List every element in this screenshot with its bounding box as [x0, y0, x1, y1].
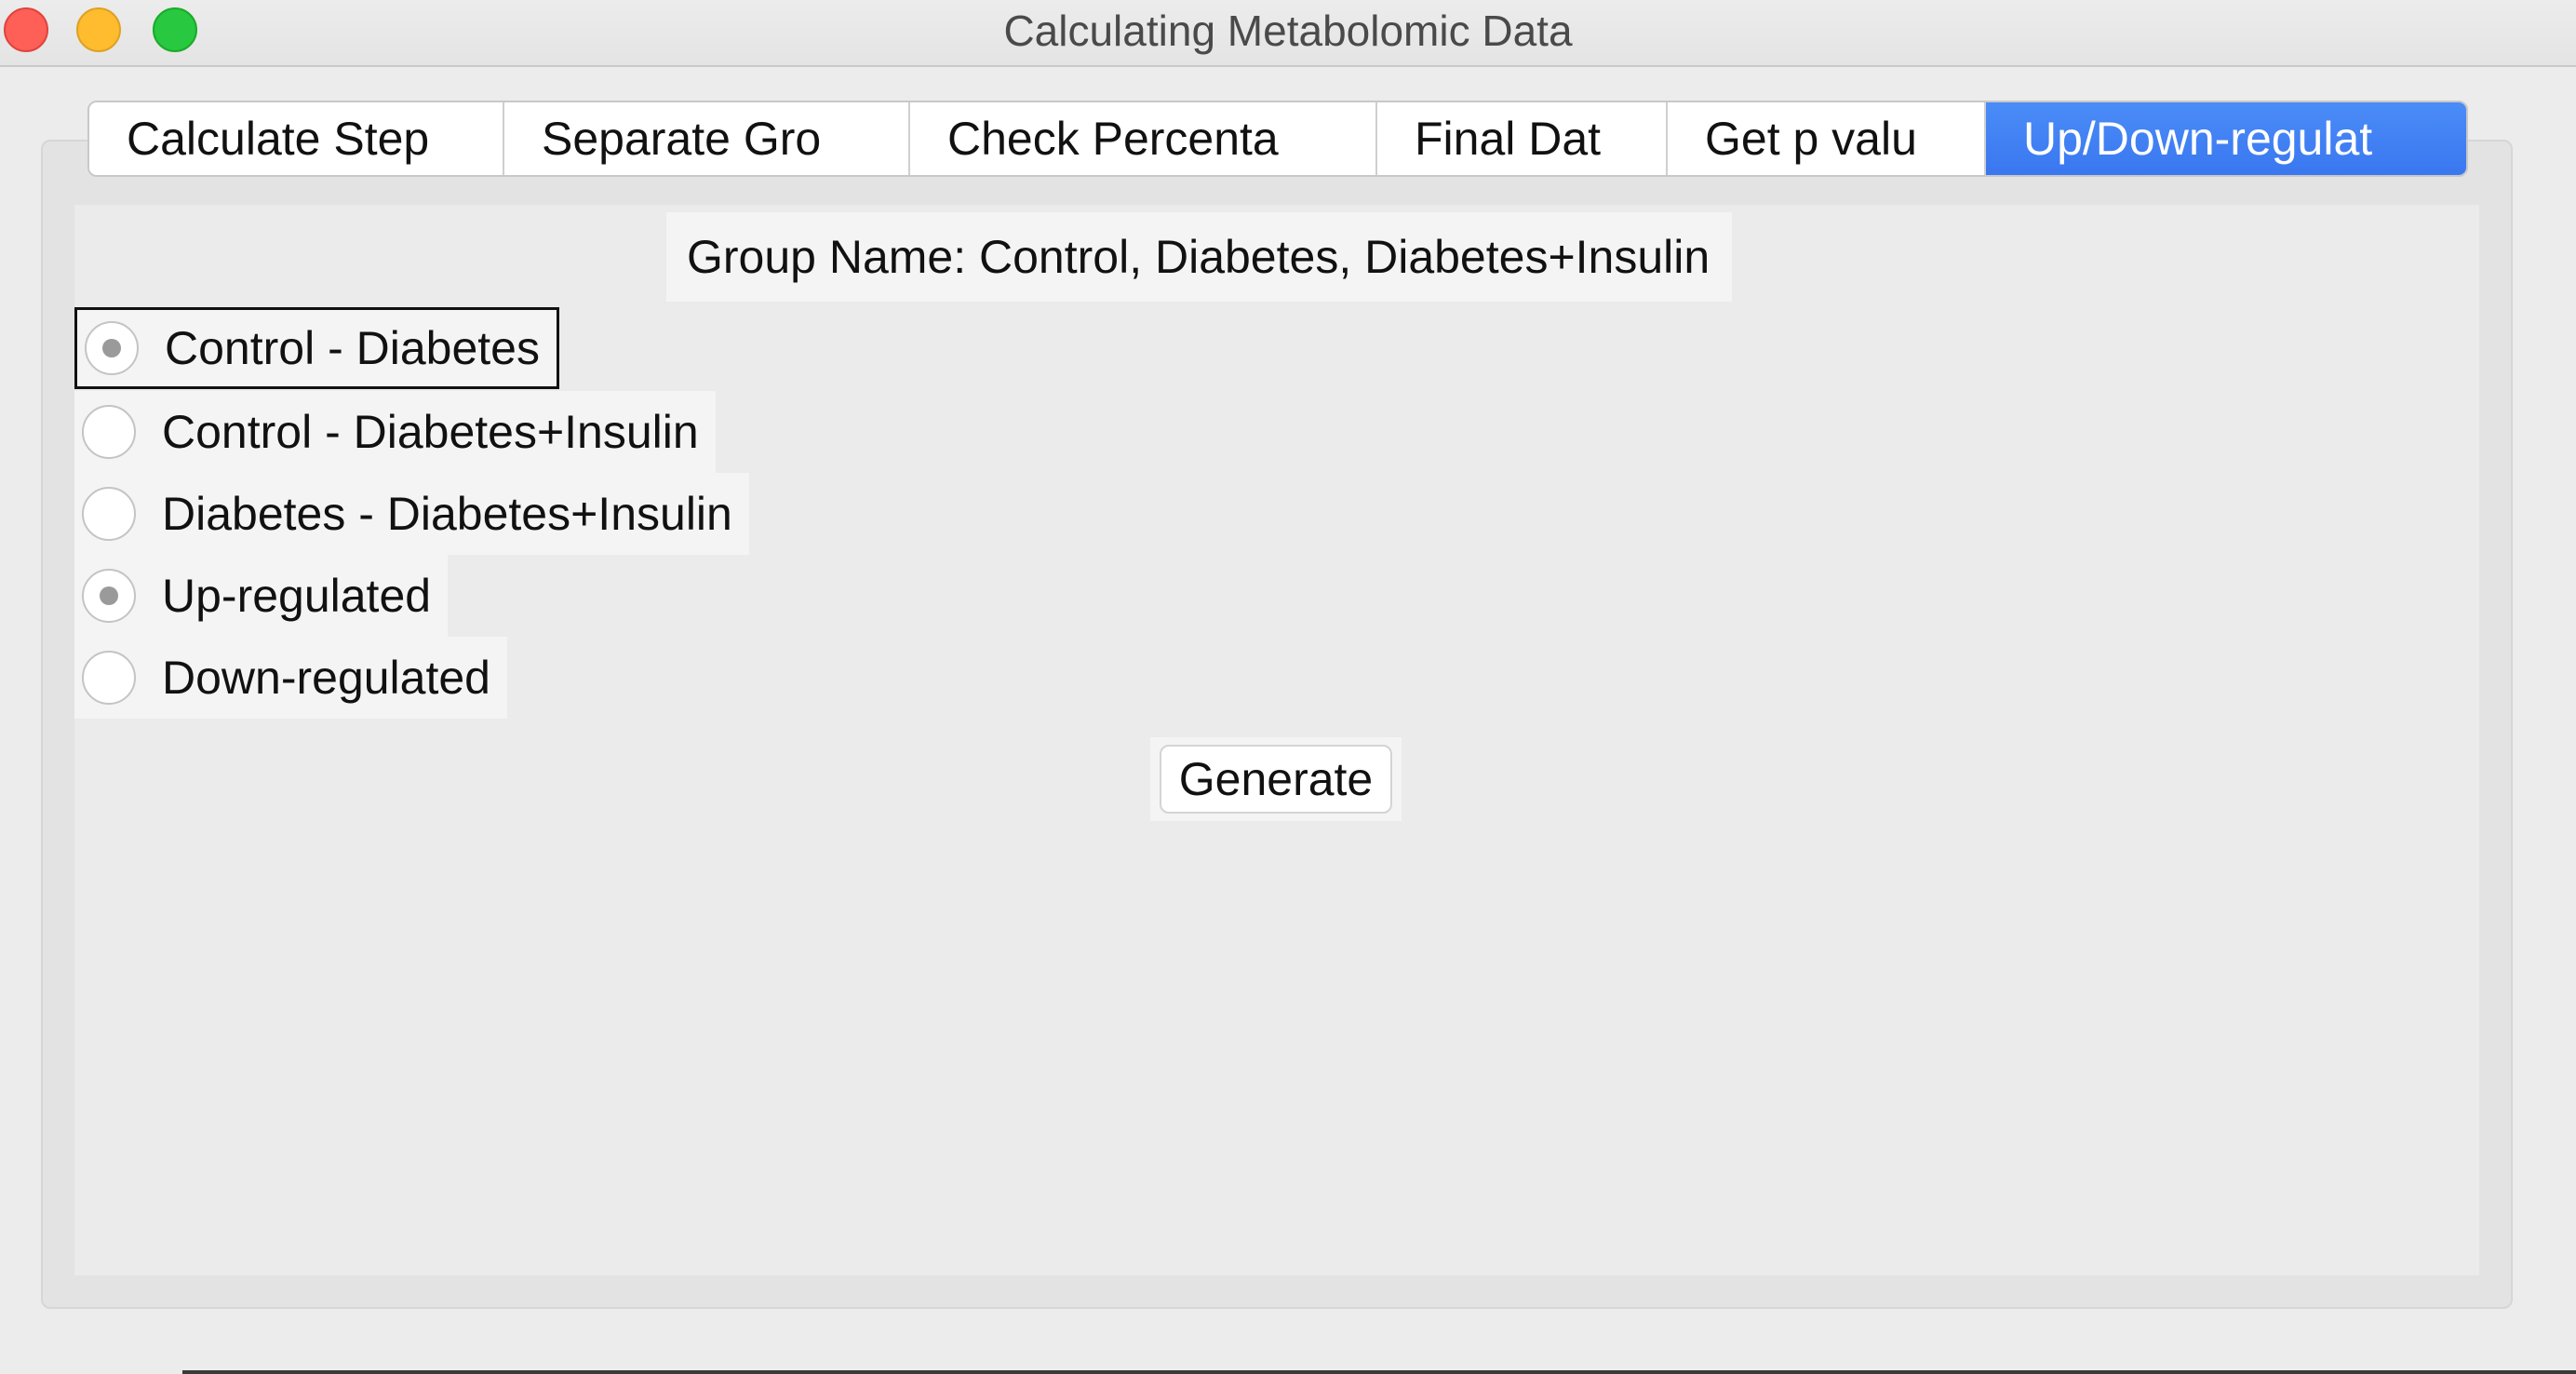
- radio-label: Diabetes - Diabetes+Insulin: [162, 488, 732, 540]
- radio-label: Control - Diabetes+Insulin: [162, 406, 699, 458]
- radio-label: Control - Diabetes: [165, 322, 540, 374]
- radio-up-regulated[interactable]: Up-regulated: [74, 555, 449, 637]
- tab-separate-groups[interactable]: Separate Gro: [504, 102, 910, 175]
- title-bar: Calculating Metabolomic Data: [0, 0, 2576, 67]
- group-name-label: Group Name: Control, Diabetes, Diabetes+…: [666, 212, 1733, 302]
- radio-label: Down-regulated: [162, 652, 490, 704]
- tab-content-panel: Group Name: Control, Diabetes, Diabetes+…: [74, 205, 2479, 1275]
- tab-check-percentage[interactable]: Check Percenta: [910, 102, 1377, 175]
- generate-button-container: Generate: [1150, 737, 1402, 821]
- tab-get-p-value[interactable]: Get p valu: [1668, 102, 1986, 175]
- radio-selected-dot-icon: [100, 586, 118, 605]
- tab-final-data[interactable]: Final Dat: [1377, 102, 1668, 175]
- radio-selected-dot-icon: [102, 339, 121, 357]
- radio-button-icon: [85, 321, 139, 375]
- radio-label: Up-regulated: [162, 570, 432, 622]
- window-title: Calculating Metabolomic Data: [1003, 7, 1573, 55]
- radio-button-icon: [82, 405, 136, 459]
- radio-control-diabetes-insulin[interactable]: Control - Diabetes+Insulin: [74, 391, 716, 473]
- radio-down-regulated[interactable]: Down-regulated: [74, 637, 507, 719]
- radio-diabetes-diabetes-insulin[interactable]: Diabetes - Diabetes+Insulin: [74, 473, 749, 555]
- tab-calculate-step[interactable]: Calculate Step: [89, 102, 504, 175]
- radio-control-diabetes[interactable]: Control - Diabetes: [74, 307, 559, 389]
- radio-button-icon: [82, 487, 136, 541]
- window-bottom-edge: [182, 1370, 2576, 1374]
- tab-up-down-regulated[interactable]: Up/Down-regulat: [1986, 102, 2466, 175]
- radio-button-icon: [82, 651, 136, 705]
- app-window: Calculating Metabolomic Data Calculate S…: [0, 0, 2576, 1374]
- tab-strip: Calculate Step Separate Gro Check Percen…: [87, 101, 2468, 177]
- generate-button[interactable]: Generate: [1160, 745, 1392, 814]
- radio-button-icon: [82, 569, 136, 623]
